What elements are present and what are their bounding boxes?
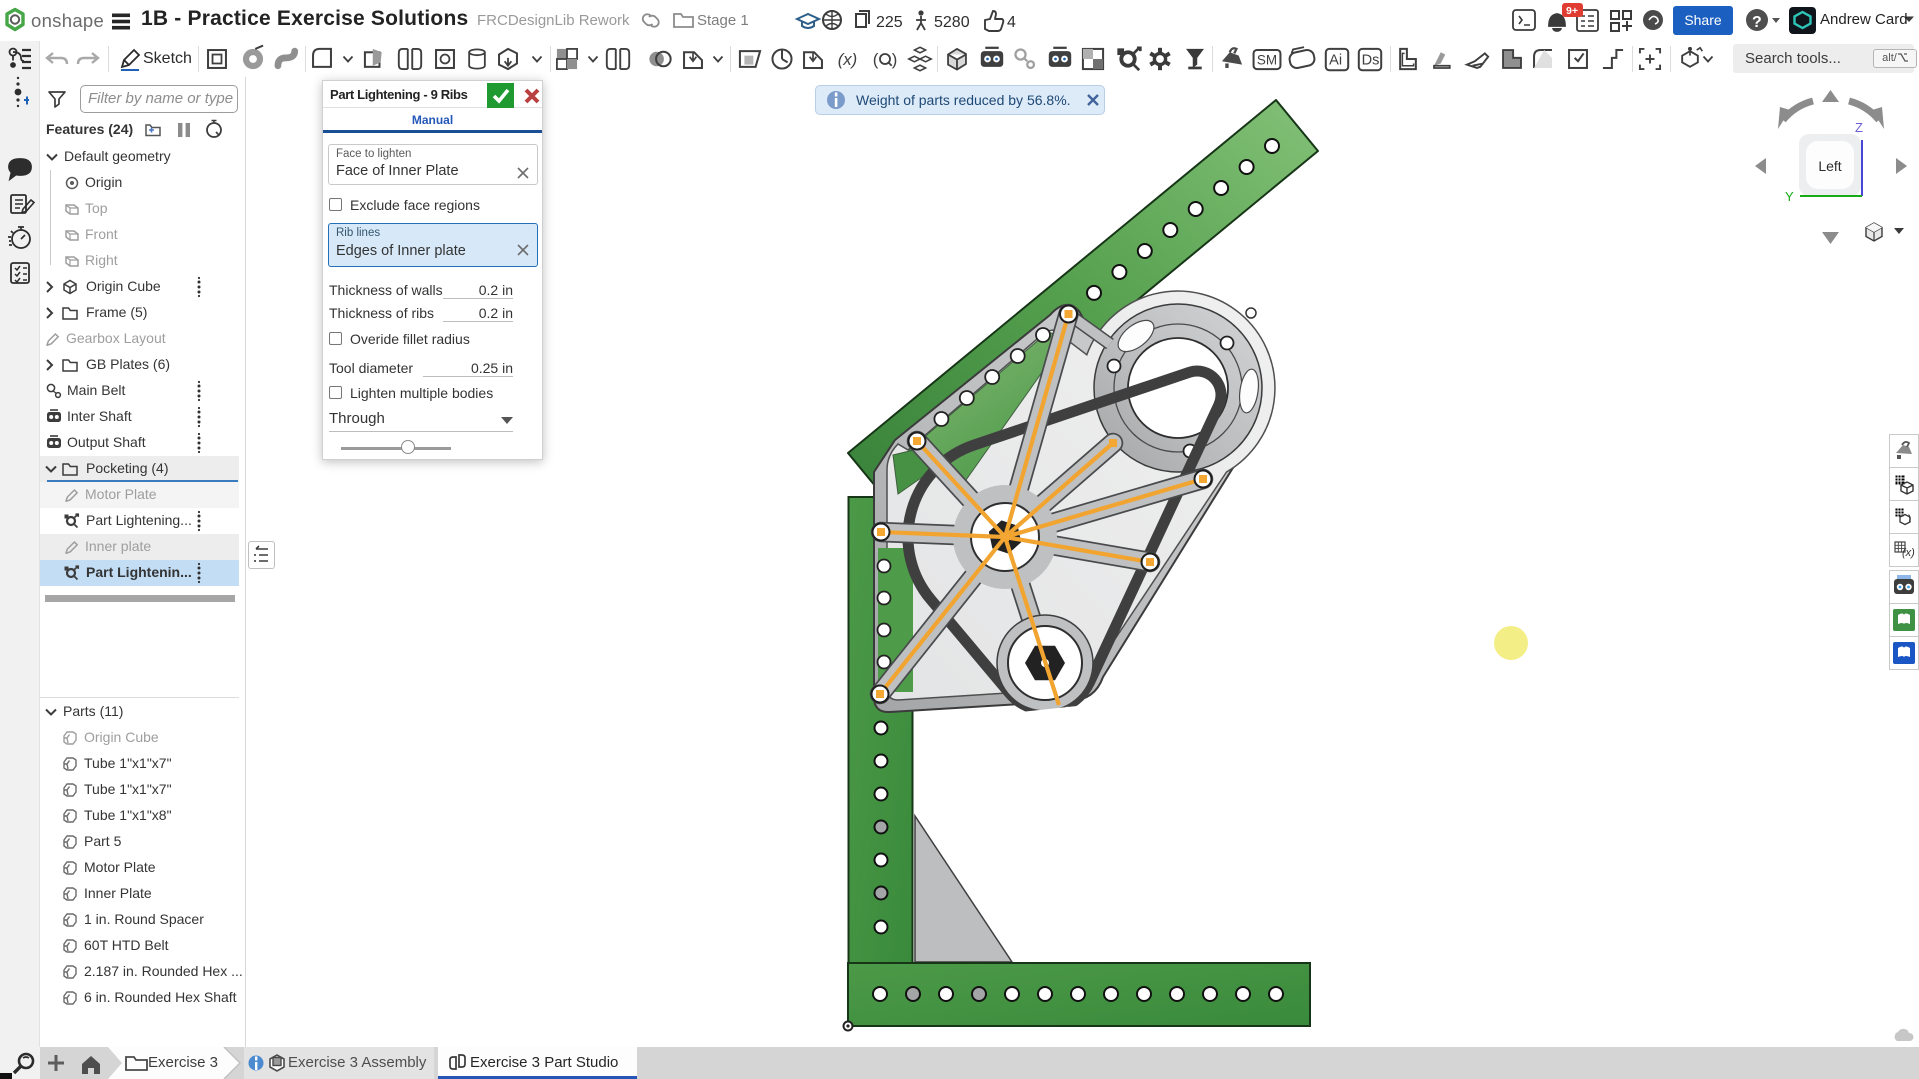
svg-text:Z: Z — [1855, 120, 1863, 135]
svg-text:): ) — [892, 50, 898, 69]
svg-text:(: ( — [873, 50, 879, 69]
svg-text:?: ? — [1752, 14, 1762, 31]
svg-text:4: 4 — [1007, 14, 1016, 31]
svg-text:Ds: Ds — [1362, 53, 1380, 69]
svg-text:}: } — [1908, 513, 1911, 523]
svg-text:Y: Y — [1785, 189, 1794, 204]
svg-text:onshape: onshape — [31, 10, 104, 31]
svg-text:(x): (x) — [1902, 547, 1915, 559]
svg-text:SM: SM — [1257, 53, 1277, 68]
svg-text:Ai: Ai — [1329, 53, 1342, 69]
svg-text:(x): (x) — [838, 50, 858, 69]
svg-text:225: 225 — [876, 14, 903, 31]
svg-text:Left: Left — [1818, 158, 1841, 174]
svg-text:5280: 5280 — [934, 14, 970, 31]
svg-text:9+: 9+ — [1566, 5, 1578, 17]
